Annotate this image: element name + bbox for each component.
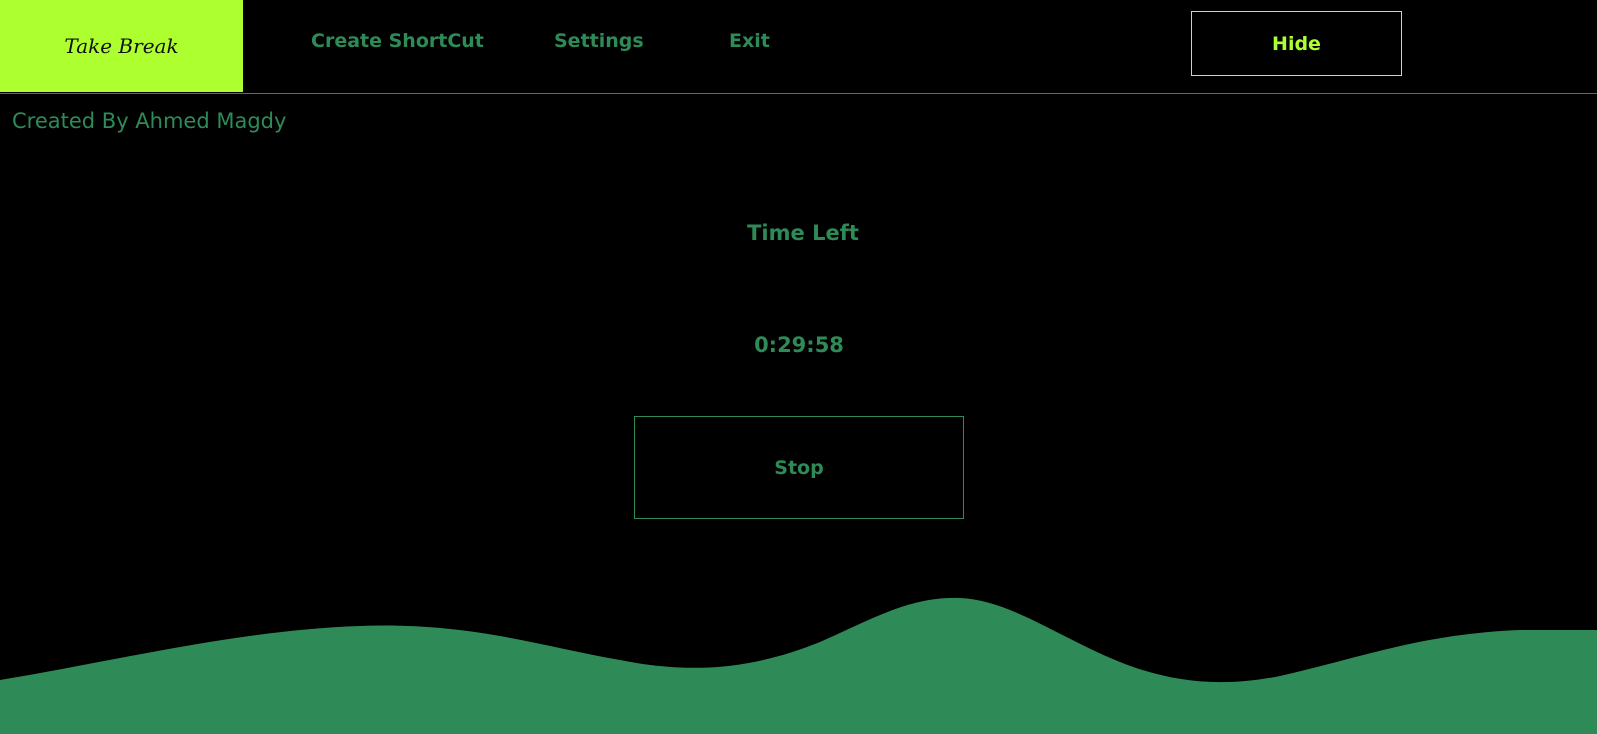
top-bar: Take Break Create ShortCut Settings Exit… xyxy=(0,0,1597,94)
take-break-tab[interactable]: Take Break xyxy=(0,0,243,92)
hide-button[interactable]: Hide xyxy=(1191,11,1402,76)
countdown-value: 0:29:58 xyxy=(754,333,844,357)
stop-button[interactable]: Stop xyxy=(634,416,964,519)
credit-text: Created By Ahmed Magdy xyxy=(12,109,287,133)
decorative-wave xyxy=(0,597,1597,734)
wave-shape xyxy=(0,597,1597,734)
brand-label: Take Break xyxy=(64,34,179,58)
settings-link[interactable]: Settings xyxy=(554,30,644,52)
exit-link[interactable]: Exit xyxy=(729,30,770,52)
create-shortcut-link[interactable]: Create ShortCut xyxy=(311,30,484,52)
time-left-label: Time Left xyxy=(747,221,859,245)
